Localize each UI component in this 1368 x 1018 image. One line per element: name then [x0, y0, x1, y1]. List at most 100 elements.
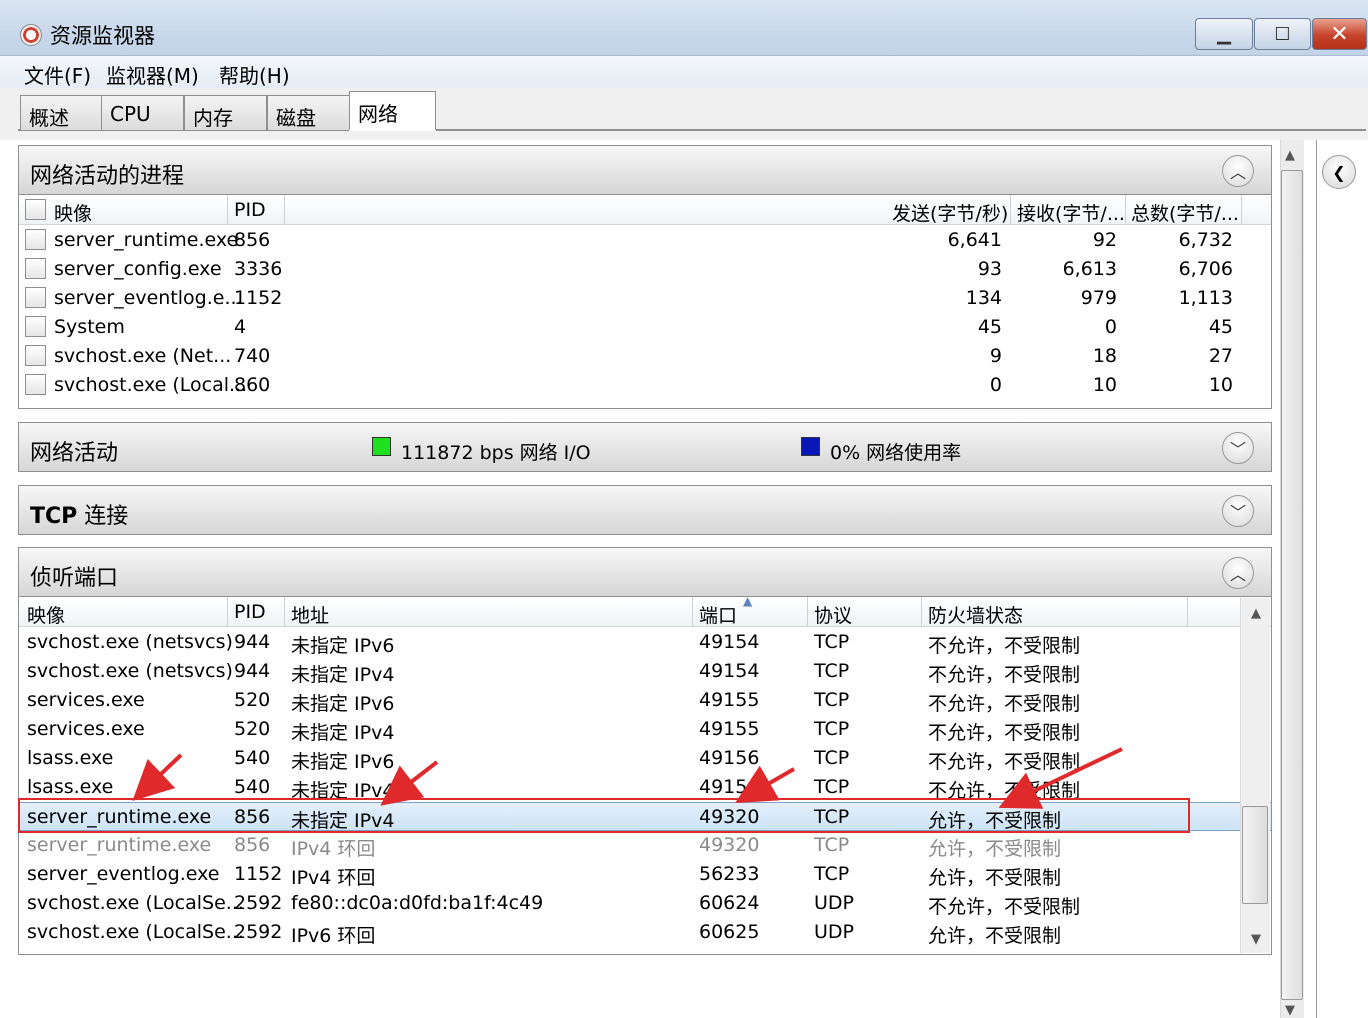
- main-scroll-down-icon[interactable]: ▼: [1285, 1003, 1295, 1018]
- scroll-down-arrow-icon[interactable]: ▼: [1251, 932, 1261, 947]
- port-number: 49156: [699, 776, 760, 798]
- port-pid: 944: [234, 660, 271, 682]
- process-image: server_eventlog.e...: [54, 287, 243, 309]
- col-image[interactable]: 映像: [54, 199, 92, 226]
- process-total: 10: [1208, 374, 1233, 396]
- main-scroll-up-icon[interactable]: ▲: [1285, 148, 1295, 163]
- process-checkbox[interactable]: [25, 345, 46, 366]
- port-number: 60625: [699, 921, 760, 943]
- tab-network[interactable]: 网络: [349, 91, 436, 131]
- listening-port-row[interactable]: server_runtime.exe 856 IPv4 环回 49320 TCP 允许，不…: [19, 831, 1271, 860]
- chevron-down-icon: ﹀: [1229, 503, 1246, 522]
- listening-port-row[interactable]: services.exe 520 未指定 IPv6 49155 TCP 不允许，不受限制: [19, 686, 1271, 715]
- expand-tcp-button[interactable]: ﹀: [1222, 495, 1254, 527]
- col-pid[interactable]: PID: [234, 199, 266, 221]
- process-recv: 10: [1092, 374, 1117, 396]
- chevron-down-icon: ﹀: [1229, 440, 1246, 459]
- network-activity-section-header[interactable]: 网络活动 111872 bps 网络 I/O 0% 网络使用率 ﹀: [18, 422, 1272, 472]
- menu-file[interactable]: 文件(F): [24, 60, 91, 89]
- port-protocol: TCP: [814, 660, 850, 682]
- process-checkbox[interactable]: [25, 316, 46, 337]
- network-io-label: 111872 bps 网络 I/O: [401, 442, 591, 464]
- tab-cpu[interactable]: CPU: [101, 95, 184, 130]
- tab-overview[interactable]: 概述: [20, 95, 102, 130]
- processes-section-title: 网络活动的进程: [30, 164, 185, 189]
- listening-port-row[interactable]: svchost.exe (netsvcs) 944 未指定 IPv4 49154 TCP…: [19, 657, 1271, 686]
- collapse-listening-ports-button[interactable]: ︿: [1222, 557, 1254, 589]
- close-button[interactable]: ✕: [1312, 18, 1367, 50]
- col-firewall[interactable]: 防火墙状态: [928, 601, 1023, 628]
- scroll-up-arrow-icon[interactable]: ▲: [1251, 606, 1261, 621]
- col-send[interactable]: 发送(字节/秒): [892, 199, 1008, 226]
- col-address[interactable]: 地址: [291, 601, 329, 628]
- port-image: svchost.exe (netsvcs): [27, 660, 233, 682]
- port-number: 49155: [699, 689, 760, 711]
- col-pid[interactable]: PID: [234, 601, 266, 623]
- port-protocol: TCP: [814, 747, 850, 769]
- port-image: svchost.exe (netsvcs): [27, 631, 233, 653]
- listening-port-row[interactable]: svchost.exe (netsvcs) 944 未指定 IPv6 49154 TCP…: [19, 628, 1271, 657]
- listening-port-row[interactable]: server_eventlog.exe 1152 IPv4 环回 56233 TCP 允许…: [19, 860, 1271, 889]
- process-image: server_config.exe: [54, 258, 222, 280]
- listening-port-row[interactable]: lsass.exe 540 未指定 IPv6 49156 TCP 不允许，不受限制: [19, 744, 1271, 773]
- process-checkbox[interactable]: [25, 287, 46, 308]
- annotation-highlight-box: [18, 798, 1190, 833]
- listening-ports-scroll-thumb[interactable]: [1242, 806, 1268, 904]
- port-pid: 944: [234, 631, 271, 653]
- col-total[interactable]: 总数(字节/...: [1131, 199, 1239, 226]
- listening-port-row[interactable]: svchost.exe (LocalSe... 2592 IPv6 环回 60625 U…: [19, 918, 1271, 947]
- listening-port-row[interactable]: services.exe 520 未指定 IPv4 49155 TCP 不允许，不受限制: [19, 715, 1271, 744]
- col-port[interactable]: 端口: [699, 601, 737, 628]
- port-image: lsass.exe: [27, 776, 114, 798]
- collapse-processes-button[interactable]: ︿: [1222, 155, 1254, 187]
- process-row[interactable]: System 4 45 0 45: [19, 313, 1271, 342]
- col-recv[interactable]: 接收(字节/...: [1017, 199, 1125, 226]
- port-address: 未指定 IPv6: [291, 693, 395, 715]
- process-row[interactable]: server_runtime.exe 856 6,641 92 6,732: [19, 226, 1271, 255]
- main-scroll-thumb[interactable]: [1281, 170, 1303, 1000]
- listening-port-row[interactable]: svchost.exe (LocalSe... 2592 fe80::dc0a:d0…: [19, 889, 1271, 918]
- port-firewall: 不允许，不受限制: [928, 896, 1081, 918]
- port-protocol: TCP: [814, 834, 850, 856]
- port-image: server_eventlog.exe: [27, 863, 220, 885]
- listening-ports-section-header[interactable]: 侦听端口 ︿: [18, 547, 1272, 597]
- port-protocol: TCP: [814, 776, 850, 798]
- menu-monitor[interactable]: 监视器(M): [106, 60, 199, 89]
- minimize-button[interactable]: ▁: [1195, 18, 1253, 50]
- process-recv: 979: [1080, 287, 1117, 309]
- port-pid: 1152: [234, 863, 283, 885]
- tab-memory[interactable]: 内存: [184, 95, 267, 130]
- processes-section-header[interactable]: 网络活动的进程 ︿: [18, 145, 1272, 195]
- process-send: 9: [989, 345, 1002, 367]
- port-image: svchost.exe (LocalSe...: [27, 892, 244, 914]
- process-checkbox[interactable]: [25, 258, 46, 279]
- port-address: fe80::dc0a:d0fd:ba1f:4c49: [291, 892, 544, 914]
- process-checkbox[interactable]: [25, 374, 46, 395]
- process-pid: 1152: [234, 287, 283, 309]
- process-recv: 18: [1092, 345, 1117, 367]
- process-checkbox[interactable]: [25, 229, 46, 250]
- tab-disk[interactable]: 磁盘: [267, 95, 350, 130]
- select-all-checkbox[interactable]: [25, 199, 46, 220]
- port-protocol: TCP: [814, 863, 850, 885]
- col-image[interactable]: 映像: [27, 601, 65, 628]
- port-number: 49154: [699, 631, 760, 653]
- port-protocol: UDP: [814, 892, 854, 914]
- port-protocol: UDP: [814, 921, 854, 943]
- expand-charts-button[interactable]: ❮: [1322, 155, 1356, 189]
- expand-network-activity-button[interactable]: ﹀: [1222, 432, 1254, 464]
- port-firewall: 不允许，不受限制: [928, 635, 1081, 657]
- maximize-button[interactable]: ☐: [1254, 18, 1311, 50]
- col-protocol[interactable]: 协议: [814, 601, 852, 628]
- port-image: server_runtime.exe: [27, 834, 212, 856]
- process-send: 134: [965, 287, 1002, 309]
- port-pid: 520: [234, 718, 271, 740]
- process-row[interactable]: svchost.exe (Net... 740 9 18 27: [19, 342, 1271, 371]
- process-row[interactable]: server_config.exe 3336 93 6,613 6,706: [19, 255, 1271, 284]
- tcp-section-header[interactable]: TCP 连接 ﹀: [18, 485, 1272, 535]
- listening-column-header: 映像 PID 地址 端口 ▲ 协议 防火墙状态: [19, 597, 1271, 627]
- menu-help[interactable]: 帮助(H): [219, 60, 290, 89]
- process-row[interactable]: server_eventlog.e... 1152 134 979 1,113: [19, 284, 1271, 313]
- sort-ascending-icon: ▲: [743, 597, 753, 608]
- process-row[interactable]: svchost.exe (Local... 860 0 10 10: [19, 371, 1271, 400]
